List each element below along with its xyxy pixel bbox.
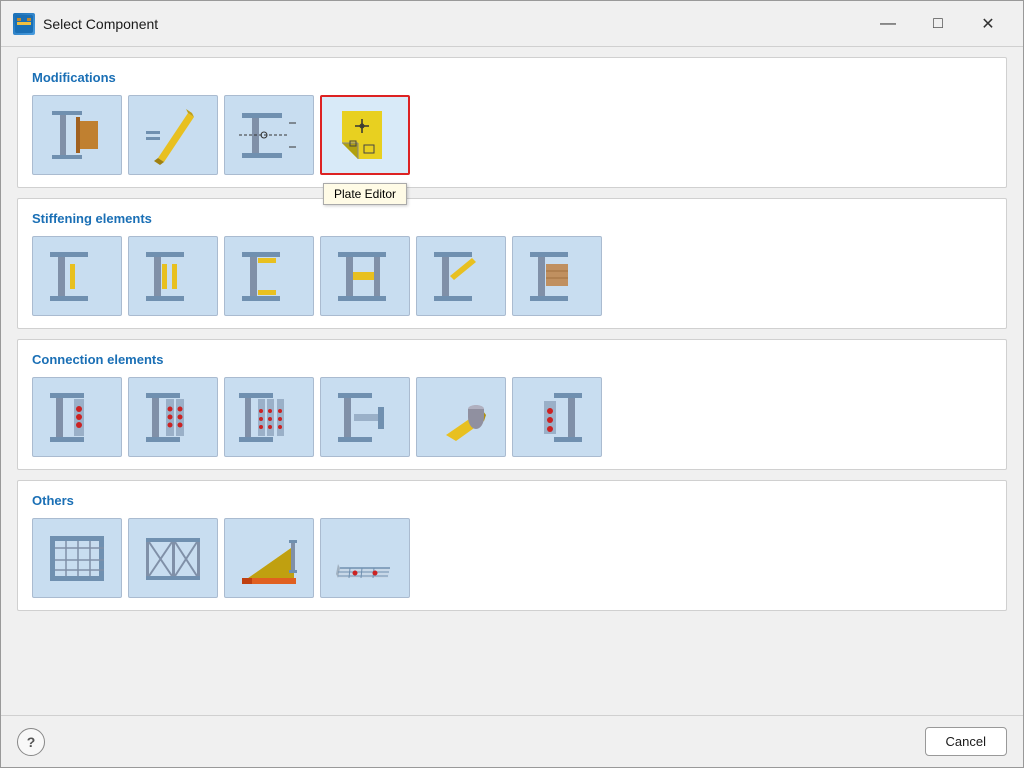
sti2-cell[interactable] [128,236,218,316]
help-button[interactable]: ? [17,728,45,756]
window-title: Select Component [43,16,158,32]
connection-section: Connection elements [17,339,1007,470]
mod4-cell[interactable] [320,95,410,175]
con4-cell[interactable] [320,377,410,457]
title-bar: Select Component — □ ✕ [1,1,1023,47]
select-component-window: Select Component — □ ✕ Modifications [0,0,1024,768]
title-bar-controls: — □ ✕ [865,9,1011,39]
connection-title: Connection elements [32,352,992,367]
con5-cell[interactable] [416,377,506,457]
stiffening-title: Stiffening elements [32,211,992,226]
content-area: Modifications [1,47,1023,715]
stiffening-section: Stiffening elements [17,198,1007,329]
others-section: Others [17,480,1007,611]
maximize-button[interactable]: □ [915,9,961,39]
close-button[interactable]: ✕ [965,9,1011,39]
mod3-wrapper [224,95,314,175]
mod1-cell[interactable] [32,95,122,175]
mod2-wrapper [128,95,218,175]
modifications-grid: Plate Editor [32,95,992,175]
mod4-wrapper: Plate Editor [320,95,410,175]
oth2-cell[interactable] [128,518,218,598]
modifications-section: Modifications [17,57,1007,188]
title-bar-left: Select Component [13,13,158,35]
con2-cell[interactable] [128,377,218,457]
sti4-cell[interactable] [320,236,410,316]
con1-cell[interactable] [32,377,122,457]
bottom-bar: ? Cancel [1,715,1023,767]
sti5-cell[interactable] [416,236,506,316]
stiffening-grid [32,236,992,316]
con3-cell[interactable] [224,377,314,457]
oth1-cell[interactable] [32,518,122,598]
cancel-button[interactable]: Cancel [925,727,1007,756]
connection-grid [32,377,992,457]
oth4-cell[interactable] [320,518,410,598]
others-grid [32,518,992,598]
app-icon [13,13,35,35]
mod3-cell[interactable] [224,95,314,175]
others-title: Others [32,493,992,508]
modifications-title: Modifications [32,70,992,85]
con6-cell[interactable] [512,377,602,457]
sti1-cell[interactable] [32,236,122,316]
mod2-cell[interactable] [128,95,218,175]
mod1-wrapper [32,95,122,175]
sti6-cell[interactable] [512,236,602,316]
minimize-button[interactable]: — [865,9,911,39]
sti3-cell[interactable] [224,236,314,316]
oth3-cell[interactable] [224,518,314,598]
